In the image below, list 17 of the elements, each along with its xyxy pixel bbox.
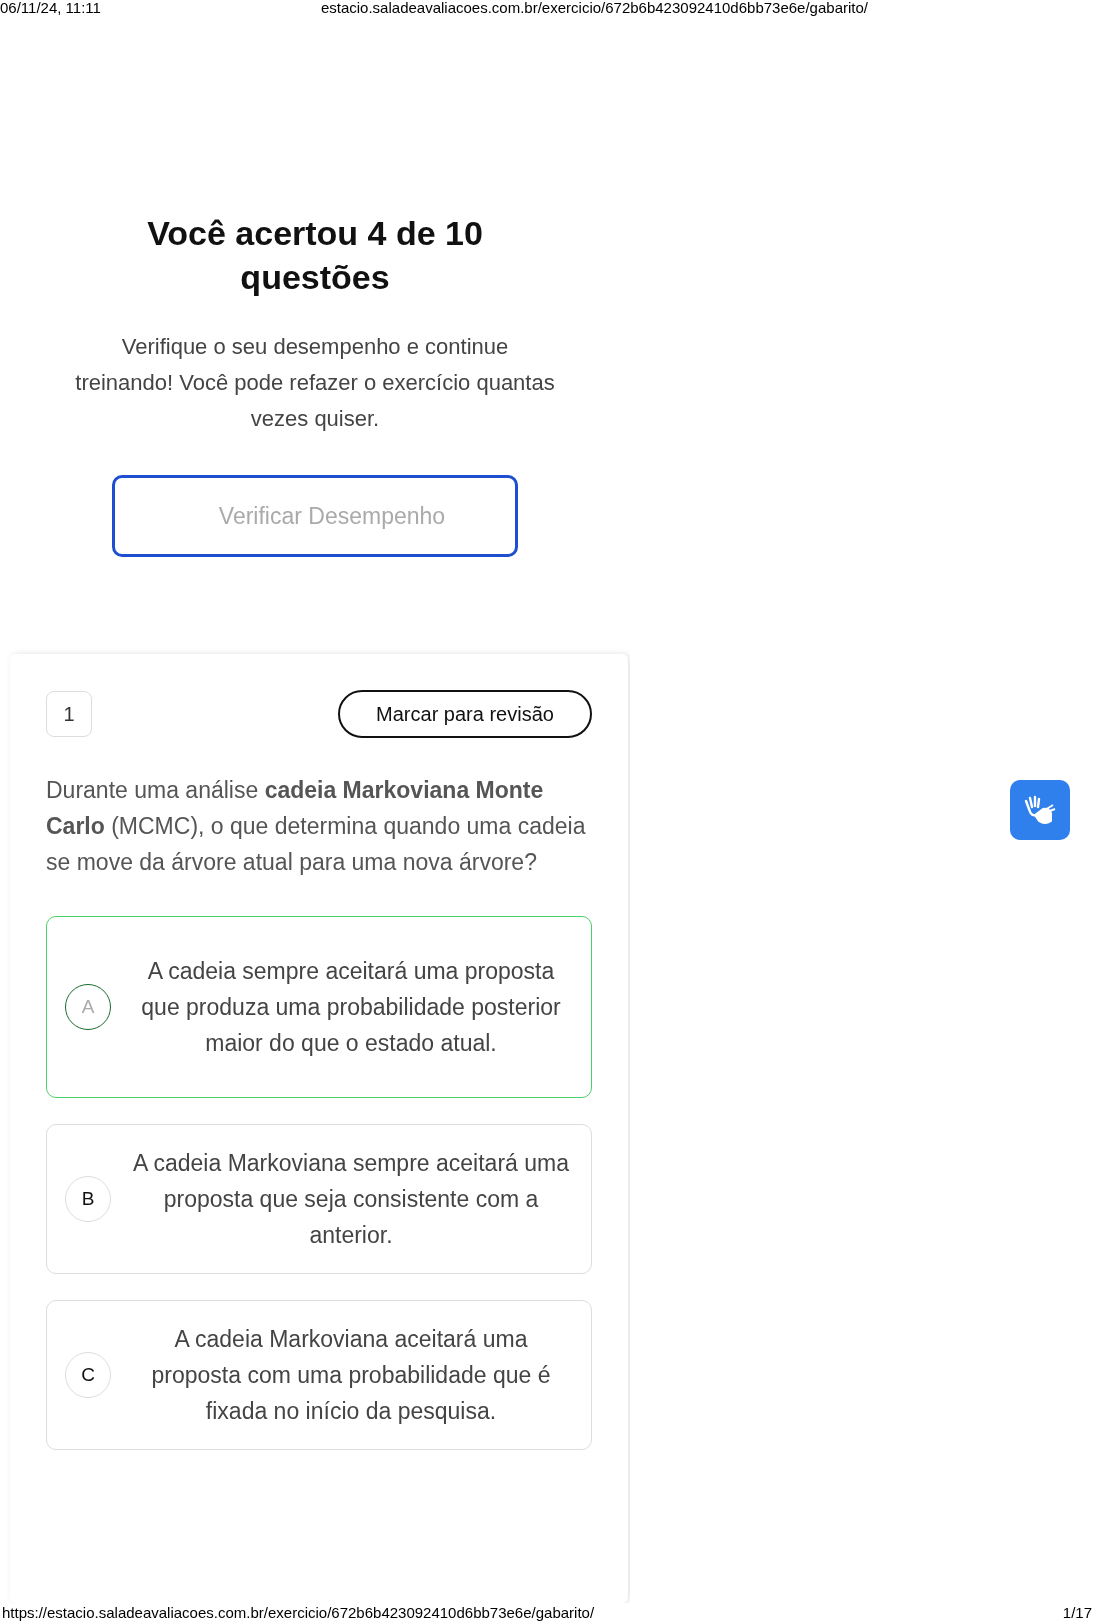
- sign-language-button[interactable]: [1010, 780, 1070, 840]
- answer-option[interactable]: A A cadeia sempre aceitará uma proposta que produza uma probabilidade posterior maior do que o estado atual.: [46, 916, 592, 1098]
- result-title: Você acertou 4 de 10 questões: [146, 213, 484, 298]
- question-text: Durante uma análise cadeia Markoviana Monte Carlo (MCMC), o que determina quando uma cadeia se move da árvore atual para uma nova árvore?: [46, 776, 587, 877]
- answer-option[interactable]: B A cadeia Markoviana sempre aceitará uma proposta que seja consistente com a anterior.: [46, 1124, 592, 1274]
- option-text: A cadeia Markoviana aceitará uma proposta com uma probabilidade que é fixada no início da pesquisa.: [150, 1325, 552, 1426]
- page-number: 1/17: [1062, 1603, 1092, 1623]
- answer-option[interactable]: C A cadeia Markoviana aceitará uma proposta com uma probabilidade que é fixada no início da pesquisa.: [46, 1300, 592, 1450]
- option-text: A cadeia Markoviana sempre aceitará uma proposta que seja consistente com a anterior.: [132, 1149, 570, 1250]
- print-url: estacio.saladeavaliacoes.com.br/exercicio/672b6b423092410d6bb73e6e/gabarito/: [320, 0, 868, 16]
- print-url: https://estacio.saladeavaliacoes.com.br/exercicio/672b6b423092410d6bb73e6e/gabarito/: [2, 1603, 595, 1623]
- question-number: 1: [46, 691, 92, 737]
- result-message: Verifique o seu desempenho e continue treinando! Você pode refazer o exercício quantas vezes quiser.: [75, 333, 555, 433]
- review-button[interactable]: Marcar para revisão: [338, 690, 592, 738]
- option-text: A cadeia sempre aceitará uma proposta que produza uma probabilidade posterior maior do que o estado atual.: [140, 957, 562, 1058]
- hands-icon: [1023, 793, 1057, 827]
- print-date: 06/11/24, 11:11: [0, 0, 101, 16]
